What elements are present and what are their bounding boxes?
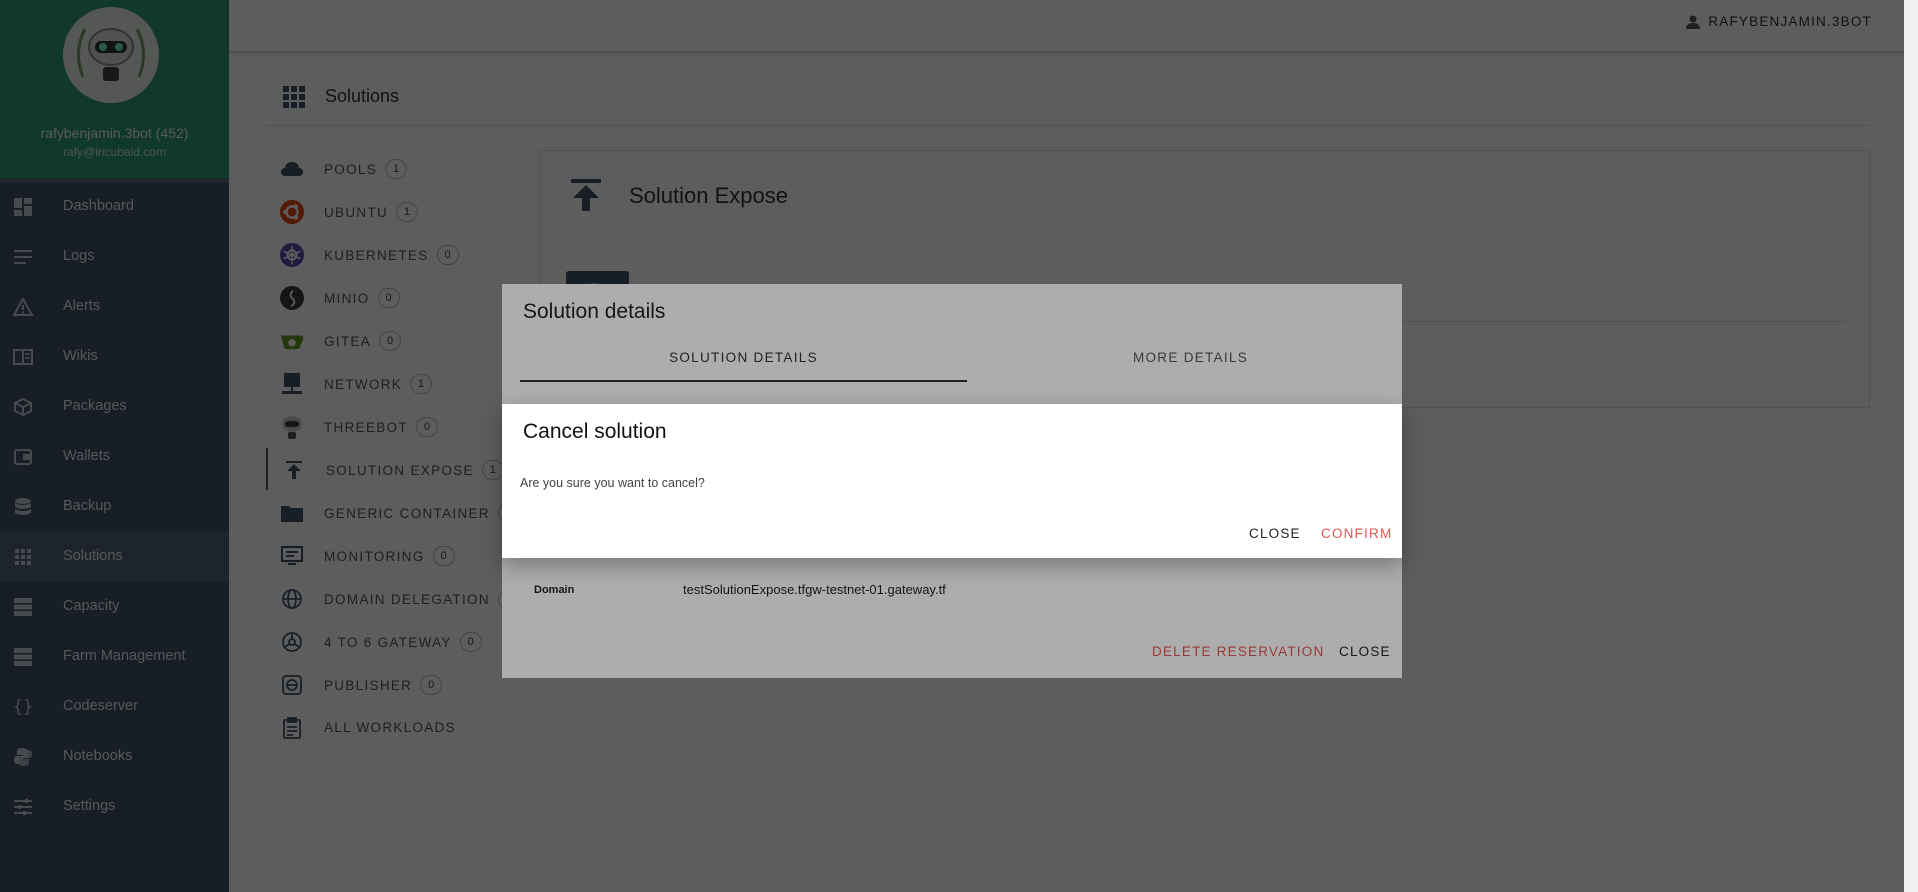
dialog-message: Are you sure you want to cancel? <box>520 476 705 490</box>
close-button[interactable]: CLOSE <box>1249 526 1301 541</box>
page-scrollbar[interactable] <box>1904 0 1918 892</box>
confirm-button[interactable]: CONFIRM <box>1321 526 1392 541</box>
cancel-solution-dialog: Cancel solution Are you sure you want to… <box>502 404 1402 558</box>
dialog-title: Cancel solution <box>523 420 667 443</box>
